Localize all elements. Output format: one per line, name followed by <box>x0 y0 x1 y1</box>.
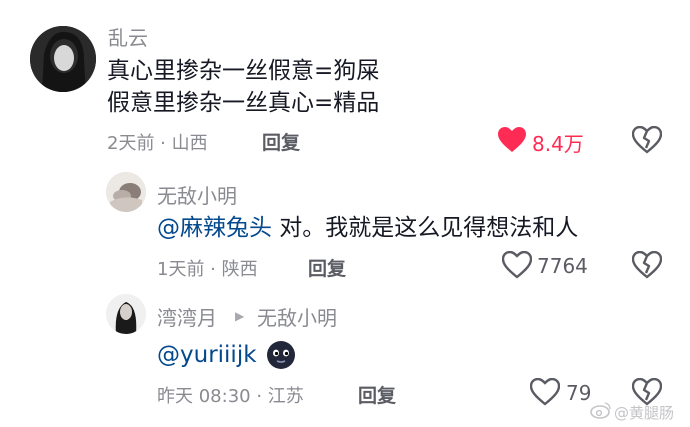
comment-time-location: 2天前 · 山西 <box>107 133 208 154</box>
mention-link[interactable]: @yuriiijk <box>157 342 257 368</box>
emoji-sticker-icon <box>265 338 297 370</box>
heart-icon[interactable] <box>497 126 527 153</box>
avatar[interactable] <box>106 172 146 212</box>
play-arrow-icon: ▶ <box>235 309 245 323</box>
like-count: 8.4万 <box>532 132 584 156</box>
avatar[interactable] <box>106 294 146 334</box>
broken-heart-icon[interactable] <box>632 126 662 154</box>
comment-text-body: 对。我就是这么见得想法和人 <box>272 215 579 241</box>
comment-time-location: 1天前 · 陕西 <box>157 259 258 280</box>
avatar[interactable] <box>30 26 96 92</box>
broken-heart-icon[interactable] <box>632 251 662 279</box>
reply-button[interactable]: 回复 <box>308 254 346 281</box>
avatar-image <box>106 172 146 212</box>
comment-username[interactable]: 乱云 <box>108 22 148 51</box>
comment-text-line: 假意里掺杂一丝真心=精品 <box>107 90 380 116</box>
comment-username[interactable]: 湾湾月 <box>157 302 217 331</box>
weibo-logo-icon <box>590 401 612 419</box>
avatar-image <box>30 26 96 92</box>
watermark-text: @黄腿肠 <box>614 404 675 422</box>
reply-button[interactable]: 回复 <box>358 381 396 408</box>
avatar-image <box>106 294 146 334</box>
mention-link[interactable]: @麻辣兔头 <box>157 215 272 241</box>
comment-text-line: 真心里掺杂一丝假意=狗屎 <box>107 58 380 84</box>
like-count: 7764 <box>537 254 588 278</box>
comment-username[interactable]: 无敌小明 <box>157 180 237 209</box>
comment-text: @yuriiijk <box>157 338 257 372</box>
like-count: 79 <box>566 381 592 405</box>
reply-to-username[interactable]: 无敌小明 <box>257 302 337 331</box>
heart-icon[interactable] <box>530 378 560 406</box>
comment-text: @麻辣兔头 对。我就是这么见得想法和人 <box>157 211 578 245</box>
reply-button[interactable]: 回复 <box>262 128 300 155</box>
heart-icon[interactable] <box>502 251 532 279</box>
comment-time-location: 昨天 08:30 · 江苏 <box>157 386 304 407</box>
